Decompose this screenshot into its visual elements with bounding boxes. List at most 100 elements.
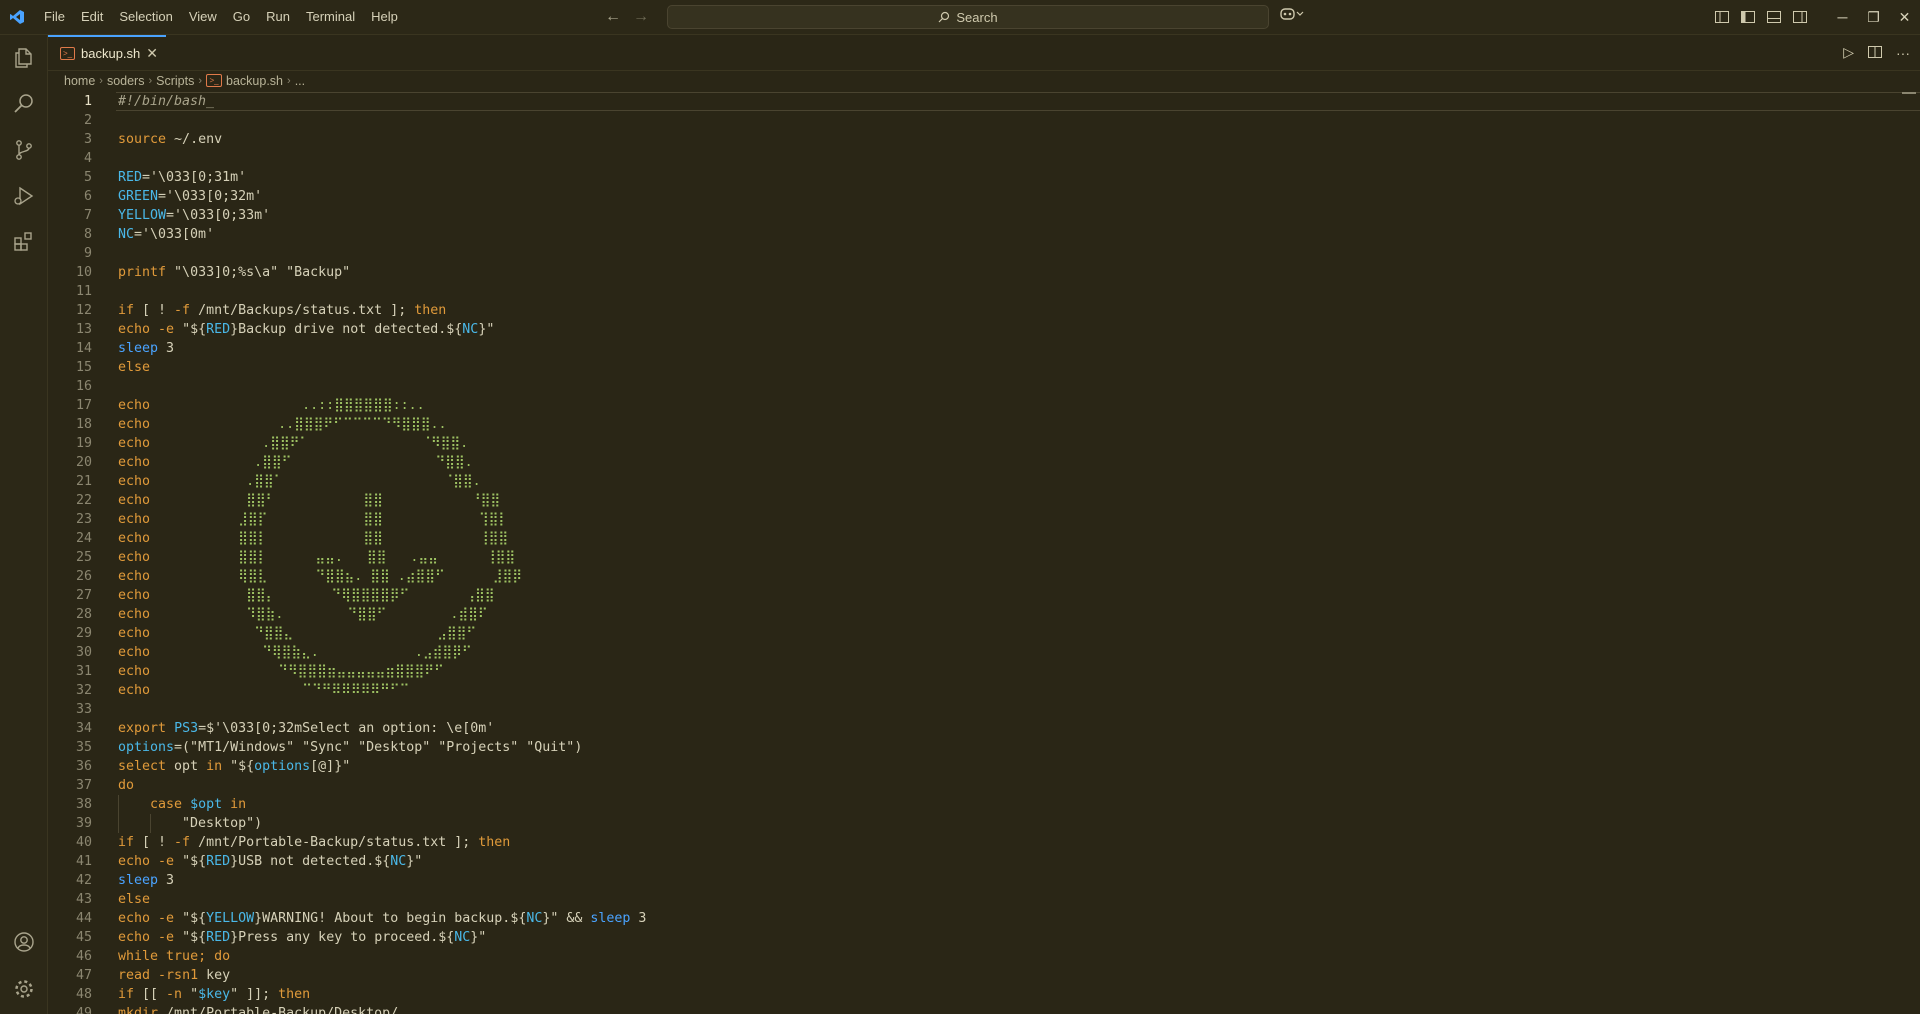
more-actions-icon[interactable]: ··· [1896,45,1910,61]
code-line[interactable]: 5 RED='\033[0;31m' [48,168,1920,187]
breadcrumb-symbols[interactable]: ... [295,74,305,88]
code-line[interactable]: 20 echo .⣿⣿⠋ ⠙⣿⣿. [48,453,1920,472]
run-file-icon[interactable]: ▷ [1843,44,1854,61]
minimize-icon[interactable]: ─ [1827,0,1858,34]
line-number: 4 [83,151,92,166]
code-line[interactable]: 31 echo ⠙⠻⣿⣿⣿⣶⣤⣤⣤⣤⣤⣶⣿⣿⣿⠟⠋ [48,662,1920,681]
split-editor-icon[interactable] [1868,45,1882,61]
search-sidebar-icon[interactable] [0,81,47,127]
code-line[interactable]: 39 "Desktop") [48,814,1920,833]
menu-view[interactable]: View [181,0,225,34]
search-label: Search [956,9,998,25]
breadcrumb-home[interactable]: home [64,74,95,88]
breadcrumb-soders[interactable]: soders [107,74,145,88]
menu-run[interactable]: Run [258,0,298,34]
source-control-icon[interactable] [0,127,47,173]
current-line-highlight [116,92,1920,111]
code-text: sleep 3 [118,873,175,888]
copilot-icon[interactable] [1280,7,1304,24]
code-line[interactable]: 23 echo ⣸⣿⡏ ⣿⣿ ⢹⣿⡇ [48,510,1920,529]
code-line[interactable]: 13 echo -e "${RED}Backup drive not detect… [48,320,1920,339]
code-line[interactable]: 38 case $opt in [48,795,1920,814]
code-line[interactable]: 36 select opt in "${options[@]}" [48,757,1920,776]
code-line[interactable]: 35 options=("MT1/Windows" "Sync" "Desktop… [48,738,1920,757]
code-line[interactable]: 41 echo -e "${RED}USB not detected.${NC}" [48,852,1920,871]
code-line[interactable]: 18 echo ..⣿⣿⣿⠟⠋⠉⠉⠉⠉⠙⠻⣿⣿⣿.. [48,415,1920,434]
code-line[interactable]: 9 [48,244,1920,263]
code-line[interactable]: 3 source ~/.env [48,130,1920,149]
code-line[interactable]: 43 else [48,890,1920,909]
code-line[interactable]: 15 else [48,358,1920,377]
run-and-debug-icon[interactable] [0,173,47,219]
explorer-icon[interactable] [0,35,47,81]
code-line[interactable]: 40 if [ ! -f /mnt/Portable-Backup/status.… [48,833,1920,852]
accounts-icon[interactable] [0,919,47,965]
menu-edit[interactable]: Edit [73,0,111,34]
code-line[interactable]: 29 echo ⠙⣿⣿⣄ ⣠⣿⣿⠋ [48,624,1920,643]
menu-terminal[interactable]: Terminal [298,0,363,34]
code-editor[interactable]: 1 #!/bin/bash_ 2 3 source ~/.env 4 5 RED='\033[… [48,92,1920,1014]
code-line[interactable]: 46 while true; do [48,947,1920,966]
breadcrumb-file[interactable]: backup.sh [226,74,283,88]
code-line[interactable]: 2 [48,111,1920,130]
code-line[interactable]: 27 echo ⣿⣿⡄ ⠙⢿⣿⣿⣿⣿⡿⠋ ⢠⣿⣿ [48,586,1920,605]
code-line[interactable]: 8 NC='\033[0m' [48,225,1920,244]
code-line[interactable]: 44 echo -e "${YELLOW}WARNING! About to be… [48,909,1920,928]
menu-file[interactable]: File [36,0,73,34]
code-line[interactable]: 6 GREEN='\033[0;32m' [48,187,1920,206]
tab-backup-sh[interactable]: >_ backup.sh ✕ [48,35,166,70]
code-line[interactable]: 34 export PS3=$'\033[0;32mSelect an optio… [48,719,1920,738]
line-number: 5 [83,170,92,185]
code-line[interactable]: 19 echo .⣿⣿⠟⠁ ⠈⠻⣿⣿. [48,434,1920,453]
line-number: 27 [75,588,92,603]
line-number: 21 [75,474,92,489]
code-line[interactable]: 49 mkdir /mnt/Portable-Backup/Desktop/ [48,1004,1920,1014]
line-number: 23 [75,512,92,527]
forward-arrow-icon[interactable]: → [633,8,649,26]
code-line[interactable]: 12 if [ ! -f /mnt/Backups/status.txt ]; t… [48,301,1920,320]
code-line[interactable]: 30 echo ⠙⢿⣿⣷⣄. .⣠⣾⣿⡿⠋ [48,643,1920,662]
menu-go[interactable]: Go [225,0,258,34]
code-text: NC='\033[0m' [118,227,215,242]
code-line[interactable]: 48 if [[ -n "$key" ]]; then [48,985,1920,1004]
code-line[interactable]: 4 [48,149,1920,168]
close-tab-icon[interactable]: ✕ [146,45,158,62]
manage-gear-icon[interactable] [0,966,47,1012]
extensions-icon[interactable] [0,219,47,265]
code-line[interactable]: 45 echo -e "${RED}Press any key to procee… [48,928,1920,947]
code-line[interactable]: 33 [48,700,1920,719]
code-line[interactable]: 37 do [48,776,1920,795]
code-line[interactable]: 17 echo ..::⣿⣿⣿⣿⣿⣿::.. [48,396,1920,415]
back-arrow-icon[interactable]: ← [605,8,621,26]
scrollbar-cursor-marker [1902,92,1916,94]
code-line[interactable]: 22 echo ⣿⣿⠃ ⣿⣿ ⠘⣿⣿ [48,491,1920,510]
code-line[interactable]: 26 echo ⢿⣿⣇ ⠙⣿⣿⣦. ⣿⣿ .⣴⣿⣿⠋ ⣸⣿⡿ [48,567,1920,586]
menu-bar: File Edit Selection View Go Run Terminal… [36,0,406,34]
code-line[interactable]: 47 read -rsn1 key [48,966,1920,985]
menu-help[interactable]: Help [363,0,406,34]
code-line[interactable]: 1 #!/bin/bash_ [48,92,1920,111]
code-line[interactable]: 28 echo ⠹⣿⣷. ⠙⣿⣿⠋ .⣾⣿⠏ [48,605,1920,624]
code-line[interactable]: 14 sleep 3 [48,339,1920,358]
code-line[interactable]: 42 sleep 3 [48,871,1920,890]
code-line[interactable]: 10 printf "\033]0;%s\a" "Backup" [48,263,1920,282]
menu-selection[interactable]: Selection [111,0,180,34]
code-text: echo ..⣿⣿⣿⠟⠋⠉⠉⠉⠉⠙⠻⣿⣿⣿.. [118,417,447,432]
code-line[interactable]: 24 echo ⣿⣿⡇ ⣿⣿ ⢸⣿⣿ [48,529,1920,548]
code-line[interactable]: 11 [48,282,1920,301]
code-line[interactable]: 25 echo ⣿⣿⡇ ⣤⣤. ⣿⣿ .⣤⣤ ⢸⣿⣿ [48,548,1920,567]
code-line[interactable]: 32 echo ⠉⠙⠛⠿⠿⠿⠿⠿⠛⠋⠉ [48,681,1920,700]
line-number: 24 [75,531,92,546]
command-center-search[interactable]: Search [667,5,1269,29]
breadcrumb-scripts[interactable]: Scripts [156,74,194,88]
code-line[interactable]: 21 echo .⣿⣿⠁ ⠈⣿⣿. [48,472,1920,491]
toggle-primary-sidebar-icon[interactable] [1735,0,1761,34]
close-window-icon[interactable]: ✕ [1889,0,1920,34]
customize-layout-icon[interactable] [1709,0,1735,34]
code-line[interactable]: 7 YELLOW='\033[0;33m' [48,206,1920,225]
line-number: 35 [75,740,92,755]
toggle-secondary-sidebar-icon[interactable] [1787,0,1813,34]
toggle-panel-icon[interactable] [1761,0,1787,34]
code-line[interactable]: 16 [48,377,1920,396]
restore-icon[interactable]: ❐ [1858,0,1889,34]
